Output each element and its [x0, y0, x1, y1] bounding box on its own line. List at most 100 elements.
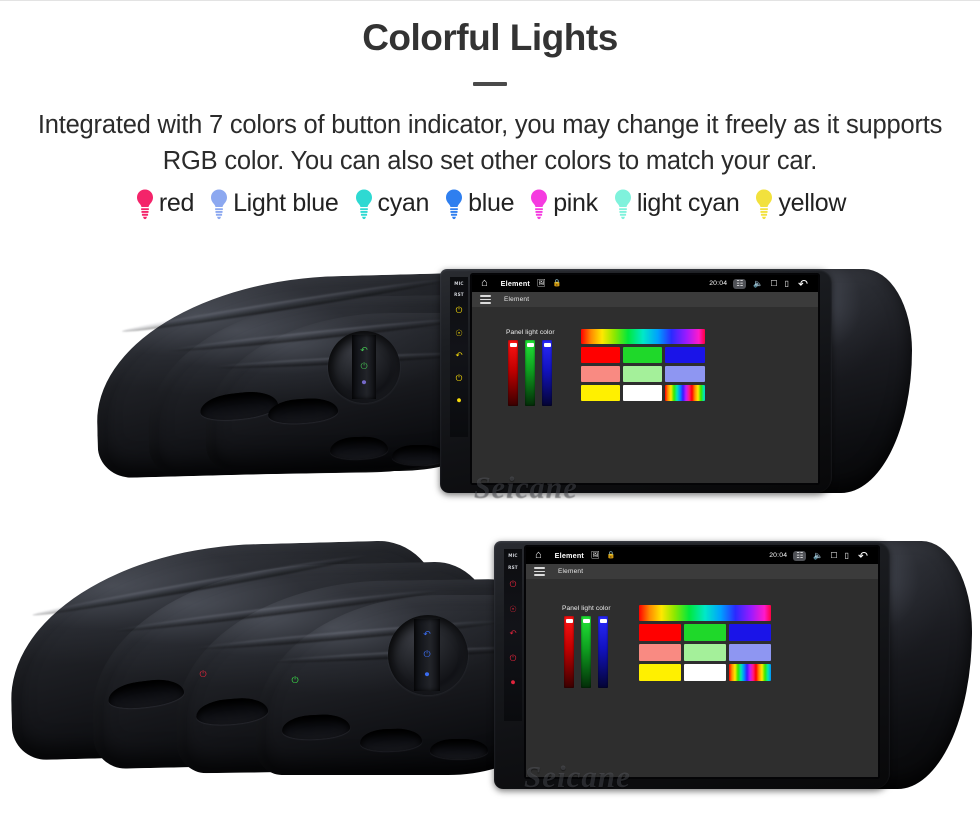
- side-key-column: MIC RST ⏻ ☉ ↶ ⏻ ⏺: [504, 549, 522, 721]
- status-title: Element: [500, 279, 531, 288]
- color-swatch[interactable]: [665, 366, 705, 382]
- screen-record-icon[interactable]: ☐: [770, 279, 777, 288]
- panel-volume-up-indicator[interactable]: ⏻: [357, 363, 371, 372]
- volume-down-icon[interactable]: ⏺: [511, 679, 515, 688]
- green-slider-thumb[interactable]: [526, 342, 534, 347]
- panel-back-indicator[interactable]: ↶: [420, 631, 434, 640]
- color-swatch[interactable]: [622, 385, 663, 401]
- power-icon[interactable]: ⏻: [456, 307, 463, 316]
- color-swatch[interactable]: [638, 644, 681, 661]
- android-screen[interactable]: ⌂ Element 🖼 🔒 20:04 ☷ 🔈 ☐ ▯ ↶ Element Pa…: [526, 547, 878, 777]
- red-slider[interactable]: [564, 616, 575, 688]
- bulb-icon: [614, 189, 631, 220]
- back-arrow-icon[interactable]: ↶: [858, 550, 868, 562]
- bulb-icon: [612, 188, 634, 220]
- green-slider[interactable]: [581, 616, 592, 688]
- speaker-icon[interactable]: 🔈: [813, 551, 823, 560]
- bulb-icon: [136, 189, 153, 220]
- dialog-title: Panel light color: [562, 605, 611, 612]
- color-swatch-rainbow[interactable]: [665, 385, 705, 401]
- bulb-icon: [753, 188, 775, 220]
- legend-label: light cyan: [636, 189, 740, 218]
- dialog-title: Panel light color: [506, 329, 555, 336]
- panel-indicator-red[interactable]: ⏻: [196, 671, 210, 680]
- hue-gradient-bar[interactable]: [580, 329, 705, 344]
- bulb-icon: [531, 189, 548, 220]
- android-screen[interactable]: ⌂ Element 🖼 🔒 20:04 ☷ 🔈 ☐ ▯ ↶ Element Pa…: [472, 275, 818, 483]
- bulb-icon: [355, 189, 372, 220]
- screenshot-icon[interactable]: ☷: [793, 550, 807, 561]
- home-icon[interactable]: ☉: [455, 330, 463, 339]
- status-bar: ⌂ Element 🖼 🔒 20:04 ☷ 🔈 ☐ ▯ ↶: [526, 547, 878, 564]
- legend-item-light-blue: Light blue: [201, 188, 345, 220]
- color-swatch-panel: [580, 329, 705, 406]
- red-slider-thumb[interactable]: [509, 342, 517, 347]
- panel-volume-down-indicator[interactable]: ⏺: [357, 379, 371, 388]
- bulb-icon: [353, 188, 375, 220]
- color-swatch[interactable]: [683, 664, 726, 681]
- panel-light-color-dialog: Panel light color: [506, 329, 705, 406]
- color-swatch[interactable]: [580, 385, 620, 401]
- dash-vent-slot: [430, 739, 488, 759]
- blue-slider[interactable]: [598, 616, 609, 688]
- app-bar: Element: [472, 292, 818, 307]
- status-bar: ⌂ Element 🖼 🔒 20:04 ☷ 🔈 ☐ ▯ ↶: [472, 275, 818, 292]
- panel-volume-up-indicator[interactable]: ⏻: [420, 651, 434, 660]
- panel-indicator-green[interactable]: ⏻: [288, 677, 302, 686]
- color-swatch[interactable]: [683, 644, 726, 661]
- volume-up-icon[interactable]: ⏻: [510, 655, 517, 664]
- power-icon[interactable]: ⏻: [510, 581, 517, 590]
- rgb-sliders-group: Panel light color: [506, 329, 555, 406]
- status-title: Element: [554, 551, 585, 560]
- blue-slider[interactable]: [542, 340, 553, 406]
- hamburger-icon[interactable]: [480, 295, 491, 304]
- card-icon[interactable]: ▯: [845, 551, 849, 560]
- mic-label: MIC: [508, 553, 518, 558]
- legend-label: yellow: [778, 189, 847, 218]
- volume-down-icon[interactable]: ⏺: [457, 397, 461, 406]
- blue-slider-thumb[interactable]: [543, 342, 551, 347]
- home-icon[interactable]: ⌂: [535, 550, 542, 561]
- hue-gradient-bar[interactable]: [638, 605, 771, 621]
- green-slider[interactable]: [525, 340, 536, 406]
- color-swatch-rainbow[interactable]: [728, 664, 771, 681]
- home-icon[interactable]: ☉: [509, 606, 517, 615]
- green-slider-thumb[interactable]: [582, 618, 590, 623]
- home-icon[interactable]: ⌂: [481, 278, 488, 289]
- bulb-icon: [208, 188, 230, 220]
- color-swatch[interactable]: [580, 347, 620, 363]
- page-title: Colorful Lights: [362, 17, 618, 58]
- bulb-icon: [528, 188, 550, 220]
- panel-volume-down-indicator[interactable]: ⏺: [420, 671, 434, 680]
- back-arrow-icon[interactable]: ↶: [798, 278, 808, 290]
- volume-up-icon[interactable]: ⏻: [456, 375, 463, 384]
- screenshot-icon[interactable]: ☷: [733, 278, 747, 289]
- color-swatch[interactable]: [622, 366, 663, 382]
- color-swatch[interactable]: [638, 624, 681, 641]
- blue-slider-thumb[interactable]: [599, 618, 607, 623]
- title-divider: [473, 81, 507, 86]
- color-swatch[interactable]: [622, 347, 663, 363]
- color-swatch[interactable]: [665, 347, 705, 363]
- screen-content: Panel light color: [526, 579, 878, 777]
- color-swatch[interactable]: [638, 664, 681, 681]
- red-slider[interactable]: [508, 340, 519, 406]
- panel-back-indicator[interactable]: ↶: [357, 347, 371, 356]
- photo-stage-bottom: ⏻ ⏻ ↶ ⏻ ⏺ MIC RST ⏻ ☉ ↶ ⏻ ⏺ ⌂ Element 🖼 …: [0, 529, 980, 824]
- color-swatch[interactable]: [683, 624, 726, 641]
- red-slider-thumb[interactable]: [565, 618, 573, 623]
- color-legend: red Light blue cyan blue pink light cyan yello…: [0, 188, 980, 220]
- back-icon[interactable]: ↶: [455, 352, 462, 361]
- legend-label: pink: [553, 189, 598, 218]
- reset-label: RST: [454, 292, 464, 298]
- back-icon[interactable]: ↶: [509, 630, 516, 639]
- screen-record-icon[interactable]: ☐: [830, 551, 837, 560]
- speaker-icon[interactable]: 🔈: [753, 279, 763, 288]
- color-swatch[interactable]: [728, 644, 771, 661]
- app-bar-title: Element: [558, 568, 584, 575]
- color-swatch[interactable]: [580, 366, 620, 382]
- hamburger-icon[interactable]: [534, 567, 545, 576]
- color-swatch[interactable]: [728, 624, 771, 641]
- card-icon[interactable]: ▯: [785, 279, 789, 288]
- legend-item-cyan: cyan: [346, 188, 437, 220]
